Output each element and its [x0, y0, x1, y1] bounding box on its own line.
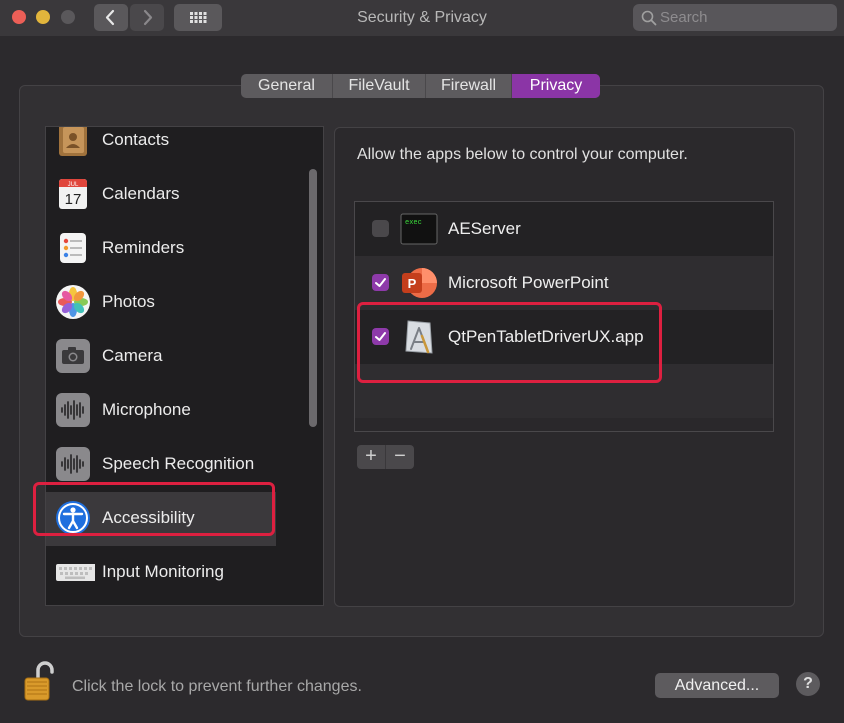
search-field[interactable]: [633, 4, 837, 31]
advanced-button[interactable]: Advanced...: [655, 673, 779, 698]
keyboard-icon: [56, 564, 95, 581]
calendar-icon: JUL 17: [59, 179, 87, 209]
svg-text:P: P: [408, 276, 417, 291]
app-row-aeserver[interactable]: exec AEServer: [355, 202, 773, 256]
sidebar-scrollbar[interactable]: [309, 169, 317, 427]
app-name: QtPenTabletDriverUX.app: [448, 327, 644, 346]
add-remove-control: + −: [357, 445, 414, 469]
reminders-icon: [60, 233, 86, 263]
sidebar-item-calendars[interactable]: JUL 17 Calendars: [46, 168, 308, 222]
sidebar-item-microphone[interactable]: Microphone: [46, 384, 308, 438]
app-row-empty: [355, 364, 773, 418]
app-row-microsoft-powerpoint[interactable]: P Microsoft PowerPoint: [355, 256, 773, 310]
instruction-text: Allow the apps below to control your com…: [357, 146, 688, 163]
powerpoint-icon: P: [402, 268, 437, 298]
app-checkbox[interactable]: [372, 274, 389, 291]
app-row-qtpentabletdriverux[interactable]: QtPenTabletDriverUX.app: [355, 310, 773, 364]
sidebar-item-label: Accessibility: [102, 508, 195, 527]
sidebar-item-camera[interactable]: Camera: [46, 330, 308, 384]
search-input[interactable]: [660, 4, 830, 31]
svg-text:exec: exec: [405, 219, 422, 227]
photos-icon: [56, 285, 90, 319]
sidebar-item-label: Contacts: [102, 130, 170, 149]
tab-filevault[interactable]: FileVault: [333, 74, 426, 98]
tab-privacy[interactable]: Privacy: [512, 74, 600, 98]
sidebar-item-photos[interactable]: Photos: [46, 276, 308, 330]
speech-recognition-icon: [56, 447, 90, 481]
app-name: AEServer: [448, 219, 521, 238]
sidebar-item-label: Input Monitoring: [102, 562, 224, 581]
sidebar-item-label: Microphone: [102, 400, 191, 419]
sidebar-item-label: Camera: [102, 346, 163, 365]
privacy-category-list[interactable]: Contacts JUL 17 Calendars Reminders Phot…: [45, 126, 324, 606]
tab-general[interactable]: General: [241, 74, 333, 98]
sidebar-item-contacts[interactable]: Contacts: [46, 127, 308, 168]
lock-icon[interactable]: [22, 660, 56, 702]
sidebar-item-label: Photos: [102, 292, 155, 311]
remove-app-button[interactable]: −: [386, 445, 414, 469]
title-bar: Security & Privacy: [0, 0, 844, 36]
search-icon: [641, 10, 657, 26]
svg-text:17: 17: [65, 191, 82, 208]
allowed-apps-list[interactable]: exec AEServer P Microsoft PowerPoint QtP…: [354, 201, 774, 432]
lock-status-text: Click the lock to prevent further change…: [72, 678, 362, 695]
camera-icon: [56, 339, 90, 373]
app-generic-icon: [405, 320, 433, 354]
sidebar-item-label: Reminders: [102, 238, 185, 257]
app-name: Microsoft PowerPoint: [448, 273, 609, 292]
tab-firewall[interactable]: Firewall: [426, 74, 512, 98]
app-checkbox[interactable]: [372, 220, 389, 237]
sidebar-item-accessibility[interactable]: Accessibility: [46, 492, 276, 546]
help-button[interactable]: ?: [796, 672, 820, 696]
sidebar-item-reminders[interactable]: Reminders: [46, 222, 308, 276]
sidebar-item-speech-recognition[interactable]: Speech Recognition: [46, 438, 308, 492]
sidebar-item-label: Speech Recognition: [102, 454, 255, 473]
contacts-icon: [59, 127, 87, 156]
tab-bar: General FileVault Firewall Privacy: [241, 74, 600, 98]
sidebar-item-label: Calendars: [102, 184, 180, 203]
app-checkbox[interactable]: [372, 328, 389, 345]
sidebar-item-input-monitoring[interactable]: Input Monitoring: [46, 546, 308, 600]
svg-text:JUL: JUL: [68, 182, 79, 188]
microphone-icon: [56, 393, 90, 427]
checkmark-icon: [375, 332, 386, 341]
accessibility-icon: [56, 501, 90, 535]
add-app-button[interactable]: +: [357, 445, 385, 469]
checkmark-icon: [375, 278, 386, 287]
terminal-exec-icon: exec: [400, 213, 438, 245]
app-row-empty: [355, 418, 773, 431]
